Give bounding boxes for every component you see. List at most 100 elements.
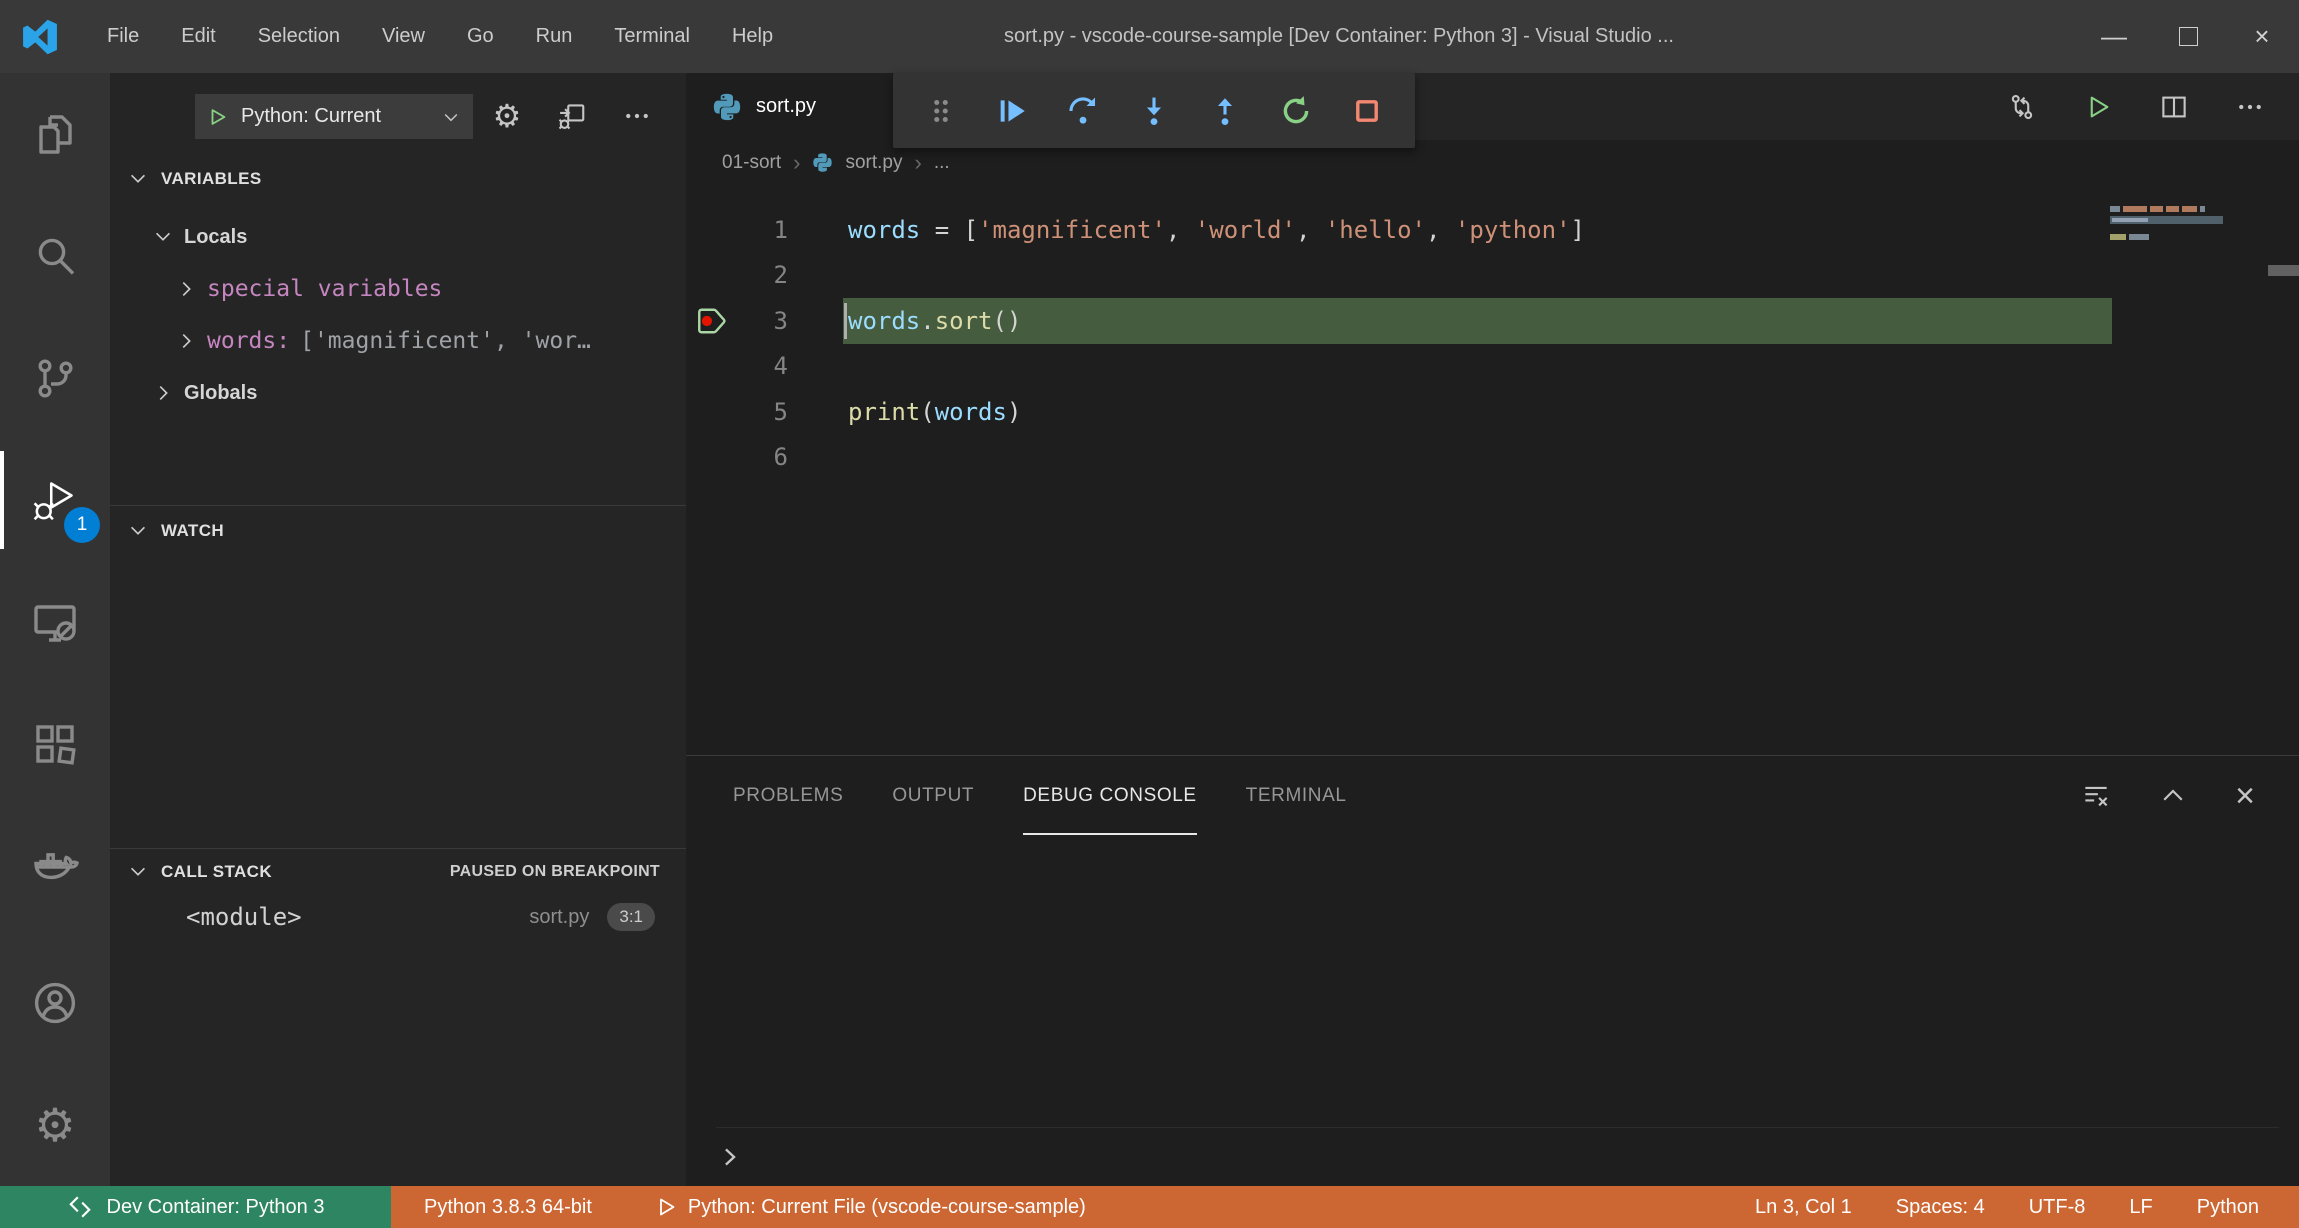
minimize-button[interactable]: — bbox=[2077, 0, 2151, 73]
split-editor-icon[interactable] bbox=[2159, 92, 2189, 122]
open-changes-icon[interactable] bbox=[2007, 92, 2037, 122]
step-over-button[interactable] bbox=[1055, 83, 1111, 139]
line-number: 4 bbox=[773, 352, 788, 381]
tab-debug-console[interactable]: DEBUG CONSOLE bbox=[1023, 757, 1197, 835]
chevron-right-icon: › bbox=[914, 149, 922, 175]
gutter[interactable]: 1 bbox=[686, 216, 788, 244]
special-variables-label: special variables bbox=[207, 276, 443, 302]
remote-explorer-icon bbox=[34, 605, 76, 642]
minimap[interactable] bbox=[2110, 190, 2250, 710]
cursor-position[interactable]: Ln 3, Col 1 bbox=[1733, 1196, 1874, 1219]
code-line[interactable]: 5 print(words) bbox=[686, 389, 2299, 435]
debug-settings-button[interactable]: ⚙ bbox=[488, 97, 526, 135]
locals-scope-row[interactable]: Locals bbox=[152, 213, 247, 261]
continue-icon bbox=[1000, 99, 1025, 122]
extensions-icon bbox=[36, 725, 76, 765]
chevron-right-icon bbox=[159, 385, 168, 401]
tab-problems[interactable]: PROBLEMS bbox=[733, 757, 843, 835]
debug-console-input[interactable] bbox=[716, 1127, 2279, 1186]
run-file-icon[interactable] bbox=[2083, 92, 2113, 122]
activity-remote-explorer[interactable] bbox=[0, 561, 110, 683]
watch-section-header[interactable]: WATCH bbox=[110, 509, 686, 553]
menu-run[interactable]: Run bbox=[515, 0, 594, 73]
menu-bar: File Edit Selection View Go Run Terminal… bbox=[86, 0, 794, 73]
close-button[interactable]: × bbox=[2225, 0, 2299, 73]
code-line[interactable]: 2 bbox=[686, 253, 2299, 299]
launch-config-status[interactable]: Python: Current File (vscode-course-samp… bbox=[637, 1195, 1103, 1219]
toolbar-drag-handle[interactable] bbox=[913, 83, 969, 139]
breadcrumb-symbol[interactable]: ... bbox=[934, 152, 950, 174]
breadcrumb-file[interactable]: sort.py bbox=[845, 152, 902, 174]
gutter[interactable]: 4 bbox=[686, 352, 788, 380]
breakpoint-current-line-icon[interactable] bbox=[694, 303, 730, 339]
activity-explorer[interactable] bbox=[0, 73, 110, 195]
globals-scope-row[interactable]: Globals bbox=[152, 369, 257, 417]
code-line[interactable]: 3 words. sort() bbox=[686, 298, 2299, 344]
activity-accounts[interactable] bbox=[0, 942, 110, 1064]
words-variable-row[interactable]: words: ['magnificent', 'wor… bbox=[175, 317, 591, 365]
more-actions-icon[interactable] bbox=[2235, 92, 2265, 122]
gutter[interactable]: 3 bbox=[686, 307, 788, 335]
indentation[interactable]: Spaces: 4 bbox=[1874, 1196, 2007, 1219]
gutter[interactable]: 5 bbox=[686, 398, 788, 426]
open-debug-console-button[interactable] bbox=[553, 97, 591, 135]
menu-help[interactable]: Help bbox=[711, 0, 794, 73]
tab-output[interactable]: OUTPUT bbox=[892, 757, 974, 835]
launch-config-status-label: Python: Current File (vscode-course-samp… bbox=[687, 1195, 1086, 1218]
remote-indicator[interactable]: Dev Container: Python 3 bbox=[0, 1186, 391, 1228]
menu-go[interactable]: Go bbox=[446, 0, 515, 73]
code-line[interactable]: 4 bbox=[686, 344, 2299, 390]
maximize-button[interactable] bbox=[2151, 0, 2225, 73]
special-variables-row[interactable]: special variables bbox=[175, 265, 442, 313]
python-file-icon bbox=[713, 93, 741, 120]
launch-config-dropdown[interactable]: Python: Current bbox=[195, 94, 473, 139]
source-control-icon bbox=[38, 359, 73, 398]
language-mode[interactable]: Python bbox=[2175, 1196, 2281, 1219]
activity-docker[interactable] bbox=[0, 805, 110, 927]
activity-run-and-debug[interactable]: 1 bbox=[0, 439, 110, 561]
words-variable-value: ['magnificent', 'wor… bbox=[300, 328, 591, 354]
encoding[interactable]: UTF-8 bbox=[2007, 1196, 2108, 1219]
code-area[interactable]: 1 words = ['magnificent', 'world', 'hello… bbox=[686, 207, 2299, 480]
clear-console-icon[interactable] bbox=[2081, 781, 2111, 811]
views-more-actions-button[interactable] bbox=[618, 97, 656, 135]
minimap-line bbox=[2110, 234, 2149, 240]
continue-button[interactable] bbox=[984, 83, 1040, 139]
current-execution-line-highlight bbox=[843, 298, 2112, 344]
python-interpreter[interactable]: Python 3.8.3 64-bit bbox=[407, 1196, 609, 1219]
code-line[interactable]: 6 bbox=[686, 435, 2299, 481]
code-line[interactable]: 1 words = ['magnificent', 'world', 'hello… bbox=[686, 207, 2299, 253]
activity-source-control[interactable] bbox=[0, 317, 110, 439]
maximize-panel-icon[interactable] bbox=[2158, 781, 2188, 811]
gutter[interactable]: 2 bbox=[686, 261, 788, 289]
eol-sequence[interactable]: LF bbox=[2107, 1196, 2174, 1219]
tab-terminal[interactable]: TERMINAL bbox=[1246, 757, 1347, 835]
minimap-current-line bbox=[2110, 216, 2223, 224]
frame-position-badge: 3:1 bbox=[607, 903, 655, 931]
activity-settings[interactable]: ⚙ bbox=[0, 1064, 110, 1186]
python-version-label: Python 3.8.3 64-bit bbox=[424, 1195, 592, 1218]
stop-button[interactable] bbox=[1339, 83, 1395, 139]
menu-file[interactable]: File bbox=[86, 0, 160, 73]
debug-badge: 1 bbox=[64, 507, 100, 543]
menu-selection[interactable]: Selection bbox=[237, 0, 361, 73]
gutter[interactable]: 6 bbox=[686, 443, 788, 471]
call-stack-section-header[interactable]: CALL STACK PAUSED ON BREAKPOINT bbox=[110, 852, 660, 892]
activity-extensions[interactable] bbox=[0, 683, 110, 805]
breadcrumb-folder[interactable]: 01-sort bbox=[722, 152, 781, 174]
section-divider bbox=[110, 505, 686, 506]
account-icon bbox=[34, 982, 76, 1024]
gear-icon: ⚙ bbox=[492, 98, 522, 134]
step-into-button[interactable] bbox=[1126, 83, 1182, 139]
menu-terminal[interactable]: Terminal bbox=[593, 0, 711, 73]
step-out-button[interactable] bbox=[1197, 83, 1253, 139]
menu-view[interactable]: View bbox=[361, 0, 446, 73]
menu-edit[interactable]: Edit bbox=[160, 0, 236, 73]
activity-search[interactable] bbox=[0, 195, 110, 317]
overview-ruler-marker[interactable] bbox=[2268, 265, 2299, 276]
restart-button[interactable] bbox=[1268, 83, 1324, 139]
close-panel-icon[interactable]: × bbox=[2235, 779, 2255, 813]
variables-section-header[interactable]: VARIABLES bbox=[110, 168, 686, 190]
call-stack-frame-row[interactable]: <module> sort.py 3:1 bbox=[110, 893, 655, 941]
launch-config-label: Python: Current bbox=[241, 105, 382, 127]
